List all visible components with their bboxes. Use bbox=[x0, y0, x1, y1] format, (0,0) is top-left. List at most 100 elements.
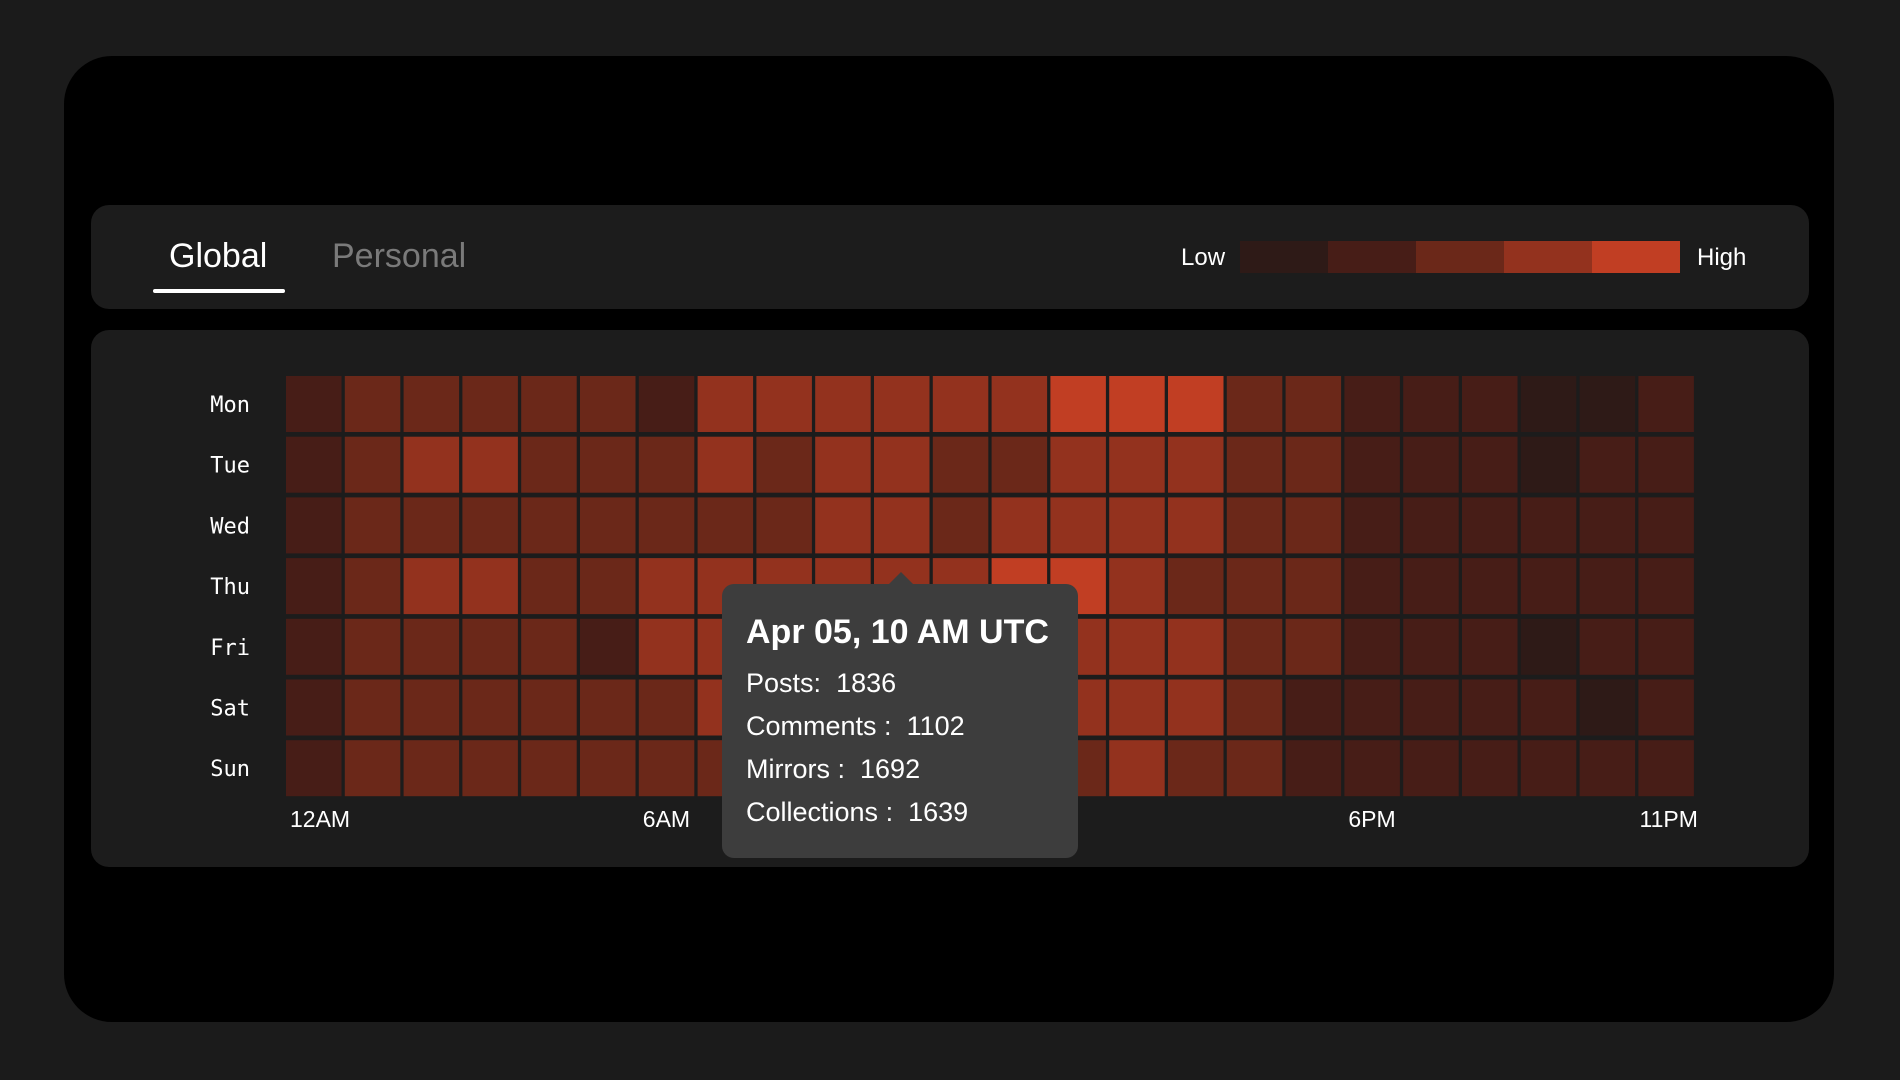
heatmap-cell-tue-5[interactable] bbox=[580, 436, 636, 493]
heatmap-cell-tue-7[interactable] bbox=[697, 436, 754, 493]
heatmap-cell-wed-13[interactable] bbox=[1050, 497, 1106, 554]
heatmap-cell-mon-3[interactable] bbox=[462, 376, 518, 432]
heatmap-cell-wed-17[interactable] bbox=[1285, 497, 1342, 554]
heatmap-cell-sun-5[interactable] bbox=[580, 740, 636, 797]
heatmap-cell-sat-23[interactable] bbox=[1638, 679, 1694, 736]
heatmap-cell-mon-7[interactable] bbox=[697, 376, 754, 432]
heatmap-cell-thu-22[interactable] bbox=[1579, 558, 1636, 615]
heatmap-cell-mon-6[interactable] bbox=[638, 376, 695, 432]
heatmap-cell-mon-10[interactable] bbox=[874, 376, 930, 432]
heatmap-cell-tue-17[interactable] bbox=[1285, 436, 1342, 493]
heatmap-cell-wed-11[interactable] bbox=[932, 497, 989, 554]
heatmap-cell-wed-9[interactable] bbox=[815, 497, 871, 554]
heatmap-cell-thu-6[interactable] bbox=[638, 558, 695, 615]
heatmap-cell-sat-5[interactable] bbox=[580, 679, 636, 736]
heatmap-cell-thu-21[interactable] bbox=[1520, 558, 1577, 615]
heatmap-cell-tue-13[interactable] bbox=[1050, 436, 1106, 493]
heatmap-cell-sat-18[interactable] bbox=[1344, 679, 1400, 736]
heatmap-cell-thu-15[interactable] bbox=[1168, 558, 1224, 615]
heatmap-cell-wed-23[interactable] bbox=[1638, 497, 1694, 554]
heatmap-cell-fri-22[interactable] bbox=[1579, 618, 1636, 675]
heatmap-cell-mon-21[interactable] bbox=[1520, 376, 1577, 432]
heatmap-cell-tue-0[interactable] bbox=[286, 436, 342, 493]
heatmap-cell-tue-19[interactable] bbox=[1403, 436, 1459, 493]
heatmap-cell-fri-20[interactable] bbox=[1462, 618, 1518, 675]
heatmap-cell-sat-2[interactable] bbox=[403, 679, 460, 736]
heatmap-cell-fri-14[interactable] bbox=[1109, 618, 1165, 675]
heatmap-cell-tue-15[interactable] bbox=[1168, 436, 1224, 493]
heatmap-cell-thu-4[interactable] bbox=[521, 558, 577, 615]
heatmap-cell-mon-9[interactable] bbox=[815, 376, 871, 432]
heatmap-cell-mon-1[interactable] bbox=[344, 376, 401, 432]
heatmap-cell-mon-18[interactable] bbox=[1344, 376, 1400, 432]
heatmap-cell-fri-16[interactable] bbox=[1226, 618, 1283, 675]
heatmap-cell-sun-20[interactable] bbox=[1462, 740, 1518, 797]
heatmap-cell-tue-1[interactable] bbox=[344, 436, 401, 493]
heatmap-cell-mon-11[interactable] bbox=[932, 376, 989, 432]
heatmap-cell-wed-19[interactable] bbox=[1403, 497, 1459, 554]
heatmap-cell-fri-19[interactable] bbox=[1403, 618, 1459, 675]
heatmap-cell-sun-6[interactable] bbox=[638, 740, 695, 797]
heatmap-cell-sun-0[interactable] bbox=[286, 740, 342, 797]
heatmap-cell-tue-21[interactable] bbox=[1520, 436, 1577, 493]
heatmap-cell-sun-14[interactable] bbox=[1109, 740, 1165, 797]
heatmap-cell-wed-15[interactable] bbox=[1168, 497, 1224, 554]
heatmap-cell-wed-22[interactable] bbox=[1579, 497, 1636, 554]
heatmap-cell-fri-1[interactable] bbox=[344, 618, 401, 675]
heatmap-cell-sun-21[interactable] bbox=[1520, 740, 1577, 797]
heatmap-cell-mon-4[interactable] bbox=[521, 376, 577, 432]
heatmap-cell-sat-17[interactable] bbox=[1285, 679, 1342, 736]
heatmap-cell-mon-22[interactable] bbox=[1579, 376, 1636, 432]
heatmap-cell-fri-15[interactable] bbox=[1168, 618, 1224, 675]
heatmap-cell-mon-15[interactable] bbox=[1168, 376, 1224, 432]
heatmap-cell-wed-6[interactable] bbox=[638, 497, 695, 554]
heatmap-cell-tue-11[interactable] bbox=[932, 436, 989, 493]
heatmap-cell-sun-16[interactable] bbox=[1226, 740, 1283, 797]
heatmap-cell-tue-8[interactable] bbox=[756, 436, 812, 493]
heatmap-cell-tue-10[interactable] bbox=[874, 436, 930, 493]
heatmap-cell-fri-17[interactable] bbox=[1285, 618, 1342, 675]
heatmap-cell-mon-8[interactable] bbox=[756, 376, 812, 432]
heatmap-cell-tue-16[interactable] bbox=[1226, 436, 1283, 493]
heatmap-cell-tue-9[interactable] bbox=[815, 436, 871, 493]
heatmap-cell-fri-0[interactable] bbox=[286, 618, 342, 675]
heatmap-cell-sun-2[interactable] bbox=[403, 740, 460, 797]
heatmap-cell-thu-14[interactable] bbox=[1109, 558, 1165, 615]
heatmap-cell-mon-0[interactable] bbox=[286, 376, 342, 432]
heatmap-cell-sat-16[interactable] bbox=[1226, 679, 1283, 736]
heatmap-cell-mon-13[interactable] bbox=[1050, 376, 1106, 432]
heatmap-cell-wed-2[interactable] bbox=[403, 497, 460, 554]
heatmap-cell-tue-6[interactable] bbox=[638, 436, 695, 493]
heatmap-cell-fri-4[interactable] bbox=[521, 618, 577, 675]
heatmap-cell-sun-1[interactable] bbox=[344, 740, 401, 797]
heatmap-cell-sat-21[interactable] bbox=[1520, 679, 1577, 736]
heatmap-cell-sat-15[interactable] bbox=[1168, 679, 1224, 736]
heatmap-cell-wed-4[interactable] bbox=[521, 497, 577, 554]
heatmap-cell-sat-6[interactable] bbox=[638, 679, 695, 736]
heatmap-cell-sun-18[interactable] bbox=[1344, 740, 1400, 797]
heatmap-cell-thu-23[interactable] bbox=[1638, 558, 1694, 615]
heatmap-cell-wed-5[interactable] bbox=[580, 497, 636, 554]
heatmap-cell-wed-12[interactable] bbox=[991, 497, 1048, 554]
heatmap-cell-fri-23[interactable] bbox=[1638, 618, 1694, 675]
heatmap-cell-wed-0[interactable] bbox=[286, 497, 342, 554]
heatmap-cell-tue-2[interactable] bbox=[403, 436, 460, 493]
heatmap-cell-sat-0[interactable] bbox=[286, 679, 342, 736]
heatmap-cell-wed-8[interactable] bbox=[756, 497, 812, 554]
heatmap-cell-mon-2[interactable] bbox=[403, 376, 460, 432]
heatmap-cell-fri-6[interactable] bbox=[638, 618, 695, 675]
heatmap-cell-mon-17[interactable] bbox=[1285, 376, 1342, 432]
heatmap-cell-mon-16[interactable] bbox=[1226, 376, 1283, 432]
heatmap-cell-tue-18[interactable] bbox=[1344, 436, 1400, 493]
heatmap-cell-mon-23[interactable] bbox=[1638, 376, 1694, 432]
heatmap-cell-thu-2[interactable] bbox=[403, 558, 460, 615]
heatmap-cell-fri-21[interactable] bbox=[1520, 618, 1577, 675]
heatmap-cell-wed-14[interactable] bbox=[1109, 497, 1165, 554]
heatmap-cell-mon-12[interactable] bbox=[991, 376, 1048, 432]
heatmap-cell-sat-1[interactable] bbox=[344, 679, 401, 736]
heatmap-cell-thu-3[interactable] bbox=[462, 558, 518, 615]
heatmap-cell-tue-20[interactable] bbox=[1462, 436, 1518, 493]
heatmap-cell-wed-16[interactable] bbox=[1226, 497, 1283, 554]
heatmap-cell-thu-1[interactable] bbox=[344, 558, 401, 615]
heatmap-cell-wed-3[interactable] bbox=[462, 497, 518, 554]
